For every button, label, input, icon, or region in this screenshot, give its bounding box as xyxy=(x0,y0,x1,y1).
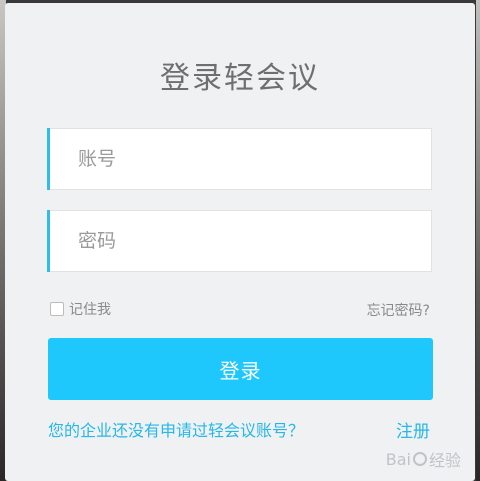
checkbox-icon[interactable] xyxy=(50,302,64,316)
account-input[interactable] xyxy=(78,129,418,189)
page-title: 登录轻会议 xyxy=(160,61,320,96)
login-button[interactable]: 登录 xyxy=(48,338,433,400)
remember-me[interactable]: 记住我 xyxy=(50,299,111,319)
account-field[interactable] xyxy=(47,128,432,190)
login-card: 登录轻会议 记住我 忘记密码? 登录 您的企业还没有申请过轻会议账号？ 注册 B… xyxy=(5,3,475,481)
background-right-edge xyxy=(476,0,480,481)
register-link[interactable]: 注册 xyxy=(396,417,430,442)
watermark-suffix: 经验 xyxy=(428,451,461,470)
no-account-link[interactable]: 您的企业还没有申请过轻会议账号？ xyxy=(48,417,304,441)
password-field[interactable] xyxy=(47,210,432,272)
watermark-prefix: Bai xyxy=(385,449,411,469)
password-input[interactable] xyxy=(78,211,418,271)
paw-icon xyxy=(412,452,427,466)
forgot-password-link[interactable]: 忘记密码? xyxy=(367,300,430,320)
watermark: Bai 经验 xyxy=(386,447,461,471)
remember-me-label: 记住我 xyxy=(69,302,111,318)
